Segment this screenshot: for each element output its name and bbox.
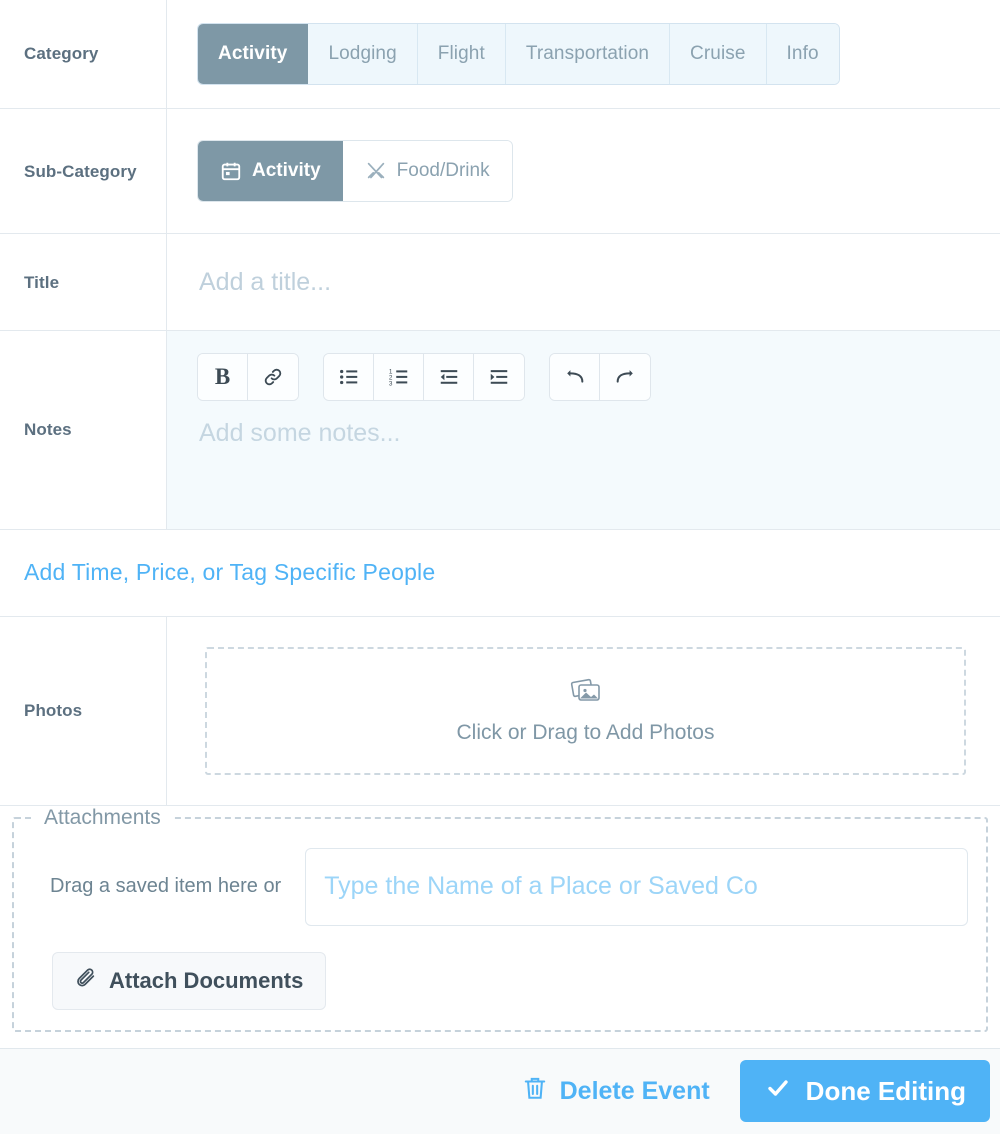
fork-knife-icon — [365, 160, 387, 182]
notes-input[interactable] — [197, 417, 968, 508]
notes-toolbar-group-format: B — [197, 353, 299, 402]
subcategory-body: Activity Food/Drink — [167, 109, 1000, 233]
photos-dropzone-label: Click or Drag to Add Photos — [456, 721, 715, 745]
add-details-link[interactable]: Add Time, Price, or Tag Specific People — [24, 559, 435, 586]
category-tab-activity[interactable]: Activity — [198, 24, 309, 85]
photos-label: Photos — [0, 617, 167, 805]
category-tab-flight[interactable]: Flight — [417, 24, 506, 85]
subcategory-label: Sub-Category — [0, 109, 167, 234]
category-tab-cruise[interactable]: Cruise — [670, 24, 767, 85]
title-input[interactable] — [197, 266, 1000, 298]
category-tab-lodging[interactable]: Lodging — [308, 24, 418, 85]
attachments-hint: Drag a saved item here or — [50, 875, 282, 898]
undo-icon[interactable] — [550, 354, 600, 401]
bullet-list-icon[interactable] — [324, 354, 374, 401]
subcategory-row: Sub-Category Activity Food/Drink — [0, 109, 1000, 235]
link-icon[interactable] — [248, 354, 298, 401]
category-label: Category — [0, 0, 167, 109]
category-row: Category Activity Lodging Flight Transpo… — [0, 0, 1000, 110]
check-icon — [764, 1076, 792, 1107]
delete-event-label: Delete Event — [559, 1076, 710, 1105]
redo-icon[interactable] — [600, 354, 650, 401]
done-editing-label: Done Editing — [805, 1075, 966, 1106]
indent-icon[interactable] — [474, 354, 524, 401]
subcategory-option-food-drink-label: Food/Drink — [396, 160, 490, 182]
title-row: Title — [0, 234, 1000, 332]
notes-toolbar-group-history — [549, 353, 651, 402]
outdent-icon[interactable] — [424, 354, 474, 401]
attachments-dropzone[interactable]: Attachments Drag a saved item here or At… — [12, 805, 988, 1032]
attach-documents-button[interactable]: Attach Documents — [52, 951, 327, 1010]
trash-icon — [522, 1074, 548, 1109]
paperclip-icon — [75, 967, 97, 995]
delete-event-button[interactable]: Delete Event — [516, 1073, 716, 1110]
attachments-section: Attachments Drag a saved item here or At… — [0, 805, 1000, 1048]
notes-toolbar-group-lists: 1 2 3 — [323, 353, 525, 402]
title-body — [167, 234, 1000, 330]
category-body: Activity Lodging Flight Transportation C… — [167, 0, 1000, 108]
notes-body: B 1 2 3 Add some notes... — [167, 331, 1000, 529]
category-tab-info[interactable]: Info — [766, 24, 839, 85]
svg-text:3: 3 — [388, 381, 392, 388]
category-tab-group: Activity Lodging Flight Transportation C… — [197, 23, 840, 86]
attachments-legend: Attachments — [44, 805, 161, 829]
attach-documents-button-label: Attach Documents — [109, 967, 304, 993]
attachments-inline-row: Drag a saved item here or — [32, 842, 968, 926]
photos-row: Photos Click or Drag to Add Photos — [0, 617, 1000, 806]
footer-actions: Delete Event Done Editing — [0, 1047, 1000, 1134]
subcategory-toggle-group: Activity Food/Drink — [197, 140, 513, 203]
notes-label: Notes — [0, 331, 167, 529]
done-editing-button[interactable]: Done Editing — [739, 1060, 990, 1123]
subcategory-option-activity-label: Activity — [252, 160, 321, 182]
photos-dropzone[interactable]: Click or Drag to Add Photos — [205, 646, 966, 775]
attachments-search-input[interactable] — [305, 847, 968, 926]
subcategory-option-food-drink[interactable]: Food/Drink — [342, 141, 512, 202]
add-details-row: Add Time, Price, or Tag Specific People — [0, 529, 1000, 618]
subcategory-option-activity[interactable]: Activity — [198, 141, 343, 202]
category-tab-transportation[interactable]: Transportation — [505, 24, 671, 85]
notes-toolbar: B 1 2 3 — [197, 353, 1000, 402]
photos-body: Click or Drag to Add Photos — [167, 617, 1000, 805]
numbered-list-icon[interactable]: 1 2 3 — [374, 354, 424, 401]
bold-icon[interactable]: B — [198, 354, 248, 401]
photo-stack-icon — [569, 676, 603, 711]
title-label: Title — [0, 234, 167, 331]
notes-row: Notes B 1 2 3 Add some notes... — [0, 331, 1000, 530]
calendar-icon — [220, 160, 242, 182]
event-editor-panel: Category Activity Lodging Flight Transpo… — [0, 0, 1000, 1134]
